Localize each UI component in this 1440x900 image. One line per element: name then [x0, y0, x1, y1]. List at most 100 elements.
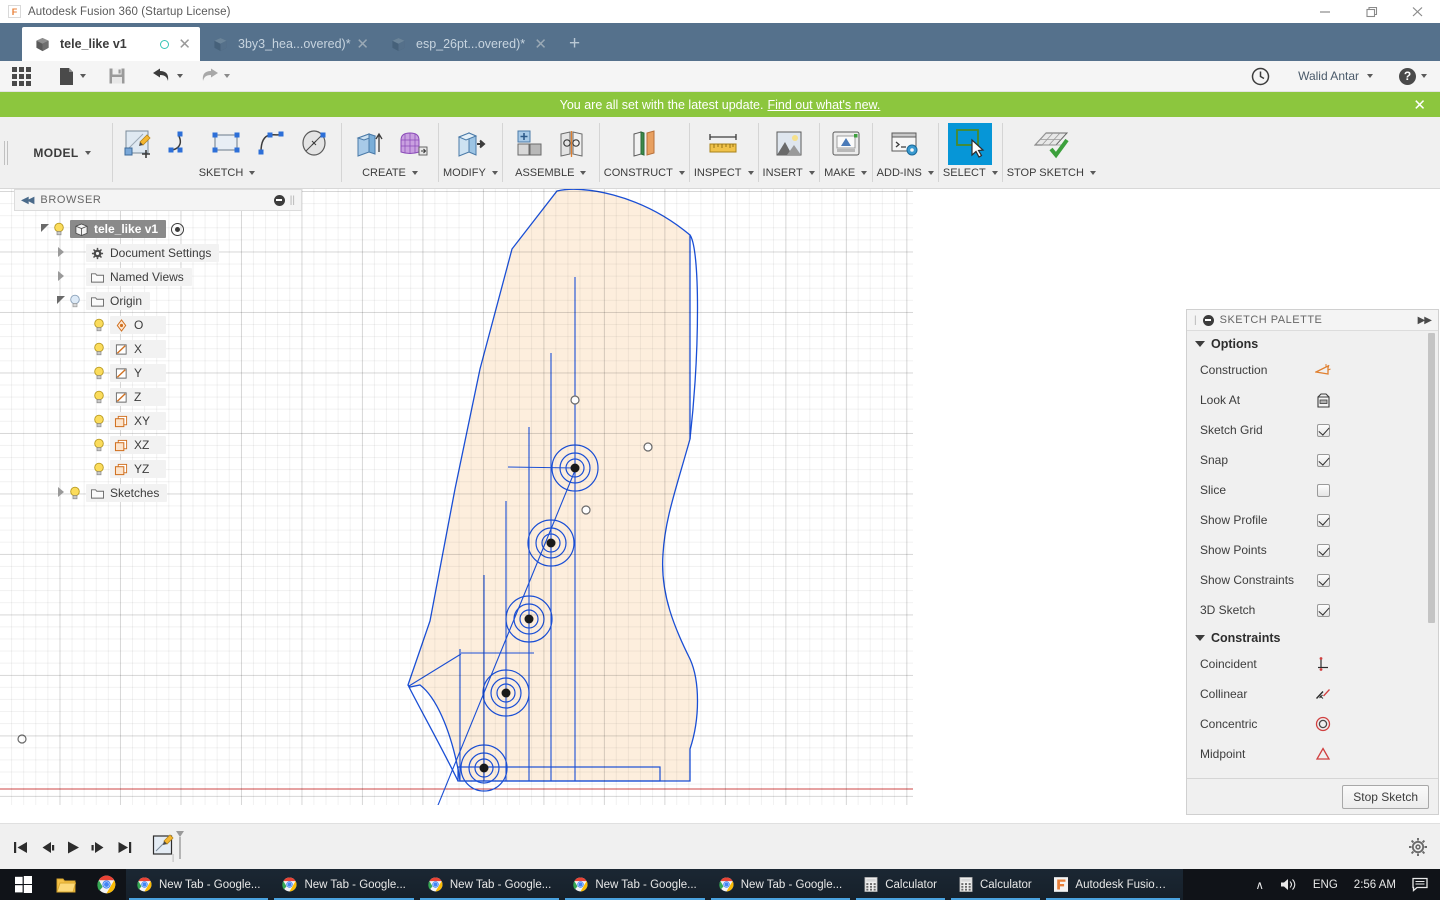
- rectangle-button[interactable]: [205, 123, 249, 165]
- select-button[interactable]: [948, 123, 993, 165]
- concentric-constraint-icon[interactable]: [1312, 716, 1334, 732]
- visibility-bulb-icon[interactable]: [92, 414, 106, 428]
- snap-checkbox[interactable]: [1316, 453, 1330, 467]
- banner-close-icon[interactable]: ✕: [1413, 96, 1426, 114]
- undo-button[interactable]: [147, 61, 188, 92]
- ribbon-group-label-addins[interactable]: ADD-INS: [877, 167, 934, 179]
- taskbar-app-chrome-1[interactable]: New Tab - Google...: [126, 869, 272, 900]
- tab-close-icon[interactable]: ✕: [356, 37, 369, 52]
- stop-sketch-button[interactable]: [1025, 123, 1077, 165]
- visibility-bulb-icon[interactable]: [68, 486, 82, 500]
- apps-grid-icon[interactable]: [12, 66, 31, 86]
- palette-row-snap[interactable]: Snap: [1187, 445, 1438, 475]
- expander-icon[interactable]: [38, 224, 52, 234]
- stop-sketch-panel-button[interactable]: Stop Sketch: [1342, 784, 1429, 809]
- tree-node-plane-xy[interactable]: XY: [14, 409, 302, 433]
- tree-label-container[interactable]: tele_like v1: [70, 220, 167, 238]
- palette-row-show-constraints[interactable]: Show Constraints: [1187, 565, 1438, 595]
- tree-label-container[interactable]: Z: [110, 388, 166, 406]
- tree-node-sketches[interactable]: Sketches: [14, 481, 302, 505]
- sketch-grid-checkbox[interactable]: [1316, 423, 1330, 437]
- chrome-icon[interactable]: [86, 869, 126, 900]
- document-tab-3[interactable]: esp_26pt...overed)* ✕: [378, 27, 556, 61]
- palette-section-constraints[interactable]: Constraints: [1187, 625, 1438, 649]
- maximize-button[interactable]: [1348, 0, 1394, 23]
- go-to-beginning-button[interactable]: [8, 832, 34, 862]
- section-collapse-icon[interactable]: [1195, 341, 1205, 347]
- measure-button[interactable]: [702, 123, 746, 165]
- construction-icon[interactable]: [1312, 363, 1334, 378]
- expander-icon[interactable]: [54, 247, 68, 259]
- user-menu-button[interactable]: Walid Antar: [1293, 61, 1378, 92]
- palette-row-look-at[interactable]: Look At: [1187, 385, 1438, 415]
- recent-activity-button[interactable]: [1246, 61, 1275, 92]
- look-at-icon[interactable]: [1312, 392, 1334, 408]
- file-menu-button[interactable]: [53, 61, 91, 92]
- taskbar-app-chrome-4[interactable]: New Tab - Google...: [562, 869, 708, 900]
- visibility-bulb-icon[interactable]: [92, 318, 106, 332]
- create-sketch-button[interactable]: [117, 123, 161, 165]
- taskbar-app-chrome-2[interactable]: New Tab - Google...: [271, 869, 417, 900]
- expander-icon[interactable]: [54, 487, 68, 499]
- tab-close-icon[interactable]: ✕: [178, 37, 191, 52]
- tree-label-container[interactable]: Document Settings: [86, 244, 220, 262]
- tab-close-icon[interactable]: ✕: [534, 37, 547, 52]
- ribbon-group-label-make[interactable]: MAKE: [824, 167, 868, 179]
- browser-collapse-icon[interactable]: ◀◀: [21, 195, 34, 206]
- tree-label-container[interactable]: XZ: [110, 436, 166, 454]
- show-profile-checkbox[interactable]: [1316, 513, 1330, 527]
- visibility-bulb-icon[interactable]: [92, 438, 106, 452]
- file-explorer-icon[interactable]: [46, 869, 86, 900]
- activate-component-icon[interactable]: [171, 222, 185, 236]
- tree-label-container[interactable]: Named Views: [86, 268, 192, 286]
- language-indicator[interactable]: ENG: [1305, 869, 1346, 900]
- tree-node-axis-y[interactable]: Y: [14, 361, 302, 385]
- visibility-bulb-icon[interactable]: [92, 390, 106, 404]
- tree-node-origin-point[interactable]: O: [14, 313, 302, 337]
- tree-label-container[interactable]: YZ: [110, 460, 166, 478]
- document-tab-active[interactable]: tele_like v1 ✕: [22, 27, 200, 61]
- tree-label-container[interactable]: X: [110, 340, 166, 358]
- ribbon-group-label-modify[interactable]: MODIFY: [443, 167, 498, 179]
- document-tab-2[interactable]: 3by3_hea...overed)* ✕: [200, 27, 378, 61]
- tree-label-container[interactable]: Origin: [86, 292, 151, 310]
- minimize-button[interactable]: [1302, 0, 1348, 23]
- scripts-addins-button[interactable]: [883, 123, 927, 165]
- tree-label-container[interactable]: Sketches: [86, 484, 168, 502]
- palette-row-slice[interactable]: Slice: [1187, 475, 1438, 505]
- midpoint-constraint-icon[interactable]: [1312, 746, 1334, 762]
- expander-icon[interactable]: [54, 296, 68, 306]
- tree-node-axis-x[interactable]: X: [14, 337, 302, 361]
- show-constraints-checkbox[interactable]: [1316, 573, 1330, 587]
- taskbar-app-calculator-1[interactable]: Calculator: [853, 869, 948, 900]
- palette-scrollbar-thumb[interactable]: [1428, 333, 1435, 623]
- redo-button[interactable]: [194, 61, 235, 92]
- 3d-sketch-checkbox[interactable]: [1316, 603, 1330, 617]
- palette-expand-icon[interactable]: ▶▶: [1418, 315, 1432, 326]
- palette-row-coincident[interactable]: Coincident: [1187, 649, 1438, 679]
- ribbon-group-label-insert[interactable]: INSERT: [763, 167, 815, 179]
- palette-scrollbar[interactable]: [1427, 333, 1436, 776]
- tree-node-origin[interactable]: Origin: [14, 289, 302, 313]
- palette-section-options[interactable]: Options: [1187, 331, 1438, 355]
- line-button[interactable]: [161, 123, 205, 165]
- step-back-button[interactable]: [34, 832, 60, 862]
- palette-row-show-profile[interactable]: Show Profile: [1187, 505, 1438, 535]
- expander-icon[interactable]: [54, 271, 68, 283]
- visibility-bulb-icon[interactable]: [92, 366, 106, 380]
- section-collapse-icon[interactable]: [1195, 635, 1205, 641]
- ribbon-group-label-sketch[interactable]: SKETCH: [199, 167, 256, 179]
- spline-button[interactable]: [249, 123, 293, 165]
- windows-start-icon[interactable]: [0, 869, 46, 900]
- taskbar-app-calculator-2[interactable]: Calculator: [947, 869, 1043, 900]
- create-form-button[interactable]: [390, 123, 434, 165]
- coincident-constraint-icon[interactable]: [1312, 656, 1334, 672]
- palette-row-show-points[interactable]: Show Points: [1187, 535, 1438, 565]
- collinear-constraint-icon[interactable]: [1312, 686, 1334, 702]
- taskbar-app-chrome-5[interactable]: New Tab - Google...: [707, 869, 854, 900]
- slice-checkbox[interactable]: [1316, 483, 1330, 497]
- visibility-bulb-icon[interactable]: [52, 222, 66, 236]
- volume-icon[interactable]: [1272, 869, 1305, 900]
- palette-row-concentric[interactable]: Concentric: [1187, 709, 1438, 739]
- browser-minimize-icon[interactable]: [273, 194, 285, 206]
